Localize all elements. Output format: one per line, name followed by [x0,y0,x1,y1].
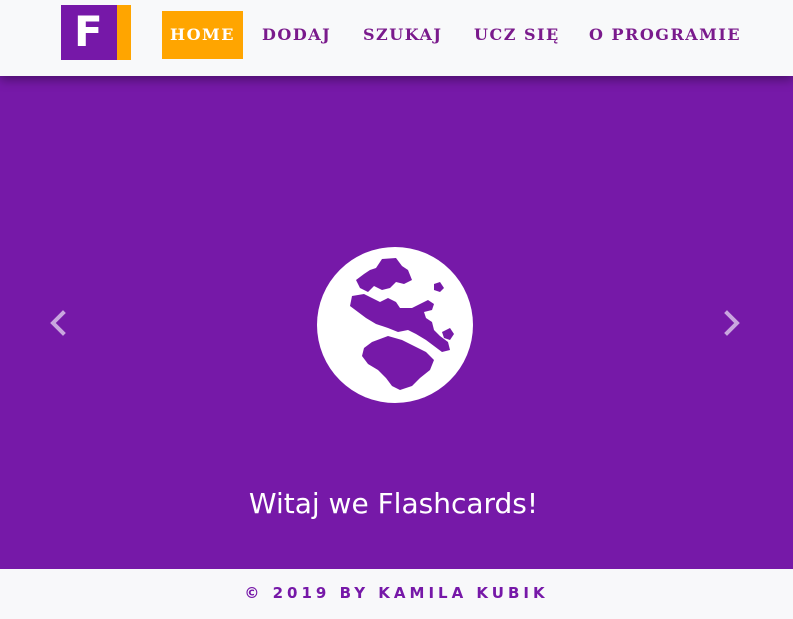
chevron-right-icon[interactable] [717,308,747,338]
carousel-caption: Witaj we Flashcards! [248,487,539,520]
nav-home[interactable]: HOME [162,11,243,59]
logo-accent-stripe [117,5,131,60]
carousel: Witaj we Flashcards! [0,76,793,569]
nav-dodaj[interactable]: DODAJ [262,11,331,59]
footer: © 2019 BY KAMILA KUBIK [0,569,793,619]
logo-letter: F [74,7,103,56]
navbar: F HOME DODAJ SZUKAJ UCZ SIĘ O PROGRAMIE [0,0,793,76]
nav-ucz-sie[interactable]: UCZ SIĘ [474,11,560,59]
logo[interactable]: F [61,5,131,60]
nav-o-programie[interactable]: O PROGRAMIE [589,11,741,59]
globe-icon [317,247,473,403]
chevron-left-icon[interactable] [43,308,73,338]
copyright-text: © 2019 BY KAMILA KUBIK [244,584,549,602]
nav-szukaj[interactable]: SZUKAJ [363,11,442,59]
